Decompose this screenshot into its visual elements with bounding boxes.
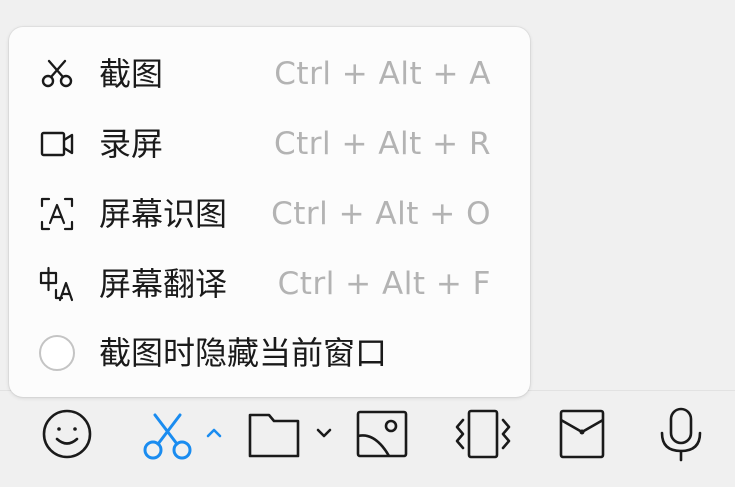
- screenshot-button[interactable]: [140, 406, 196, 462]
- voice-button[interactable]: [655, 406, 707, 462]
- menu-item-label: 录屏: [99, 125, 164, 163]
- menu-item-shortcut: Ctrl + Alt + O: [271, 196, 491, 232]
- file-options-toggle[interactable]: [312, 406, 336, 462]
- red-packet-button[interactable]: [558, 406, 606, 462]
- menu-item-screenshot[interactable]: 截图 Ctrl + Alt + A: [9, 39, 530, 109]
- hide-window-radio[interactable]: [39, 335, 75, 371]
- chevron-up-icon: [206, 428, 222, 438]
- hide-window-option[interactable]: 截图时隐藏当前窗口: [9, 319, 530, 389]
- ocr-text-icon: [39, 196, 75, 232]
- emoji-button[interactable]: [40, 406, 94, 462]
- image-icon: [356, 410, 408, 458]
- menu-item-label: 屏幕翻译: [99, 265, 228, 303]
- image-button[interactable]: [355, 406, 409, 462]
- menu-item-screen-ocr[interactable]: 屏幕识图 Ctrl + Alt + O: [9, 179, 530, 249]
- file-button[interactable]: [247, 406, 303, 462]
- menu-item-screen-translate[interactable]: 屏幕翻译 Ctrl + Alt + F: [9, 249, 530, 319]
- shake-button[interactable]: [453, 406, 513, 462]
- menu-item-shortcut: Ctrl + Alt + F: [277, 266, 491, 302]
- menu-item-shortcut: Ctrl + Alt + A: [274, 56, 491, 92]
- microphone-icon: [660, 407, 702, 462]
- screenshot-menu: 截图 Ctrl + Alt + A 录屏 Ctrl + Alt + R 屏幕识图…: [9, 27, 530, 397]
- hide-window-label: 截图时隐藏当前窗口: [99, 334, 388, 372]
- emoji-icon: [42, 409, 92, 459]
- red-packet-icon: [559, 409, 605, 459]
- scissors-icon: [39, 56, 75, 92]
- menu-item-label: 屏幕识图: [99, 195, 228, 233]
- screenshot-options-toggle[interactable]: [203, 406, 225, 462]
- translate-icon: [39, 266, 75, 302]
- screenshot-scissors-icon: [143, 413, 192, 460]
- folder-icon: [248, 413, 300, 458]
- menu-item-screen-record[interactable]: 录屏 Ctrl + Alt + R: [9, 109, 530, 179]
- chat-input-toolbar: [0, 391, 735, 487]
- shake-icon: [455, 409, 511, 459]
- menu-item-label: 截图: [99, 55, 164, 93]
- menu-item-shortcut: Ctrl + Alt + R: [273, 126, 491, 162]
- screen-record-icon: [39, 126, 75, 162]
- chevron-down-icon: [316, 428, 332, 438]
